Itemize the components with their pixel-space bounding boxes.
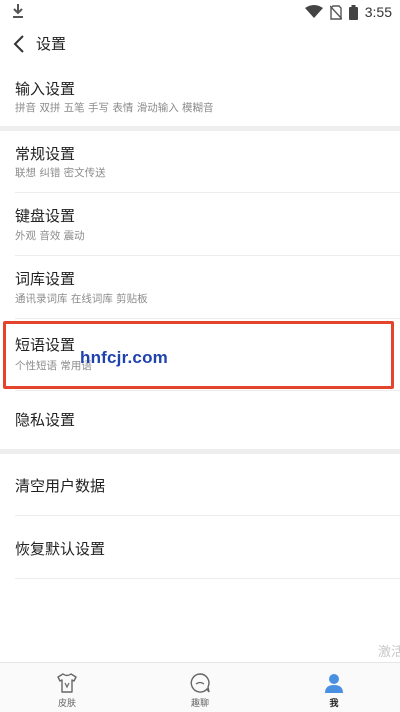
settings-item-privacy[interactable]: 隐私设置 (0, 391, 400, 447)
divider (15, 318, 400, 319)
watermark-text: hnfcjr.com (80, 348, 168, 367)
status-bar: 3:55 (0, 0, 400, 24)
back-button[interactable] (12, 33, 26, 55)
tab-chat[interactable]: 趣聊 (160, 663, 240, 712)
tab-me[interactable]: 我 (294, 663, 374, 712)
divider (15, 578, 400, 579)
settings-item-title: 隐私设置 (15, 411, 76, 429)
settings-item-title: 输入设置 (15, 80, 76, 98)
bottom-tab-bar: 皮肤 趣聊 我 (0, 662, 400, 712)
settings-item-title: 清空用户数据 (15, 477, 106, 495)
chevron-left-icon (13, 35, 24, 53)
profile-person-icon (325, 674, 343, 693)
settings-header: 设置 (0, 28, 400, 60)
settings-item-subtitle: 拼音 双拼 五笔 手写 表情 滑动输入 模糊音 (15, 102, 214, 114)
download-icon (13, 4, 23, 18)
skin-shirt-icon (57, 673, 77, 693)
no-sim-icon (329, 4, 342, 20)
settings-item-title: 常规设置 (15, 145, 76, 163)
settings-item-title: 词库设置 (15, 270, 76, 288)
settings-item-keyboard[interactable]: 键盘设置 外观 音效 震动 (0, 193, 400, 255)
settings-item-title: 键盘设置 (15, 207, 76, 225)
settings-item-subtitle: 通讯录词库 在线词库 剪贴板 (15, 293, 148, 305)
tab-label: 皮肤 (57, 699, 76, 709)
settings-item-subtitle: 联想 纠错 密文传送 (15, 167, 106, 179)
wifi-icon (304, 5, 323, 18)
settings-item-subtitle: 外观 音效 震动 (15, 230, 85, 242)
settings-item-clear-data[interactable]: 清空用户数据 (0, 454, 400, 514)
tab-label: 我 (329, 699, 339, 709)
tab-label: 趣聊 (190, 699, 209, 709)
status-time: 3:55 (364, 4, 392, 20)
settings-item-restore-default[interactable]: 恢复默认设置 (0, 516, 400, 578)
tab-skin[interactable]: 皮肤 (27, 663, 107, 712)
activation-overlay-line1: 激活 (378, 645, 400, 660)
settings-item-input[interactable]: 输入设置 拼音 双拼 五笔 手写 表情 滑动输入 模糊音 (0, 70, 400, 126)
chat-bubble-icon (190, 673, 210, 693)
battery-icon (348, 4, 358, 20)
settings-item-dictionary[interactable]: 词库设置 通讯录词库 在线词库 剪贴板 (0, 256, 400, 318)
page-title: 设置 (36, 35, 67, 53)
settings-item-general[interactable]: 常规设置 联想 纠错 密文传送 (0, 131, 400, 192)
highlight-box (3, 321, 394, 389)
settings-item-title: 恢复默认设置 (15, 540, 106, 558)
